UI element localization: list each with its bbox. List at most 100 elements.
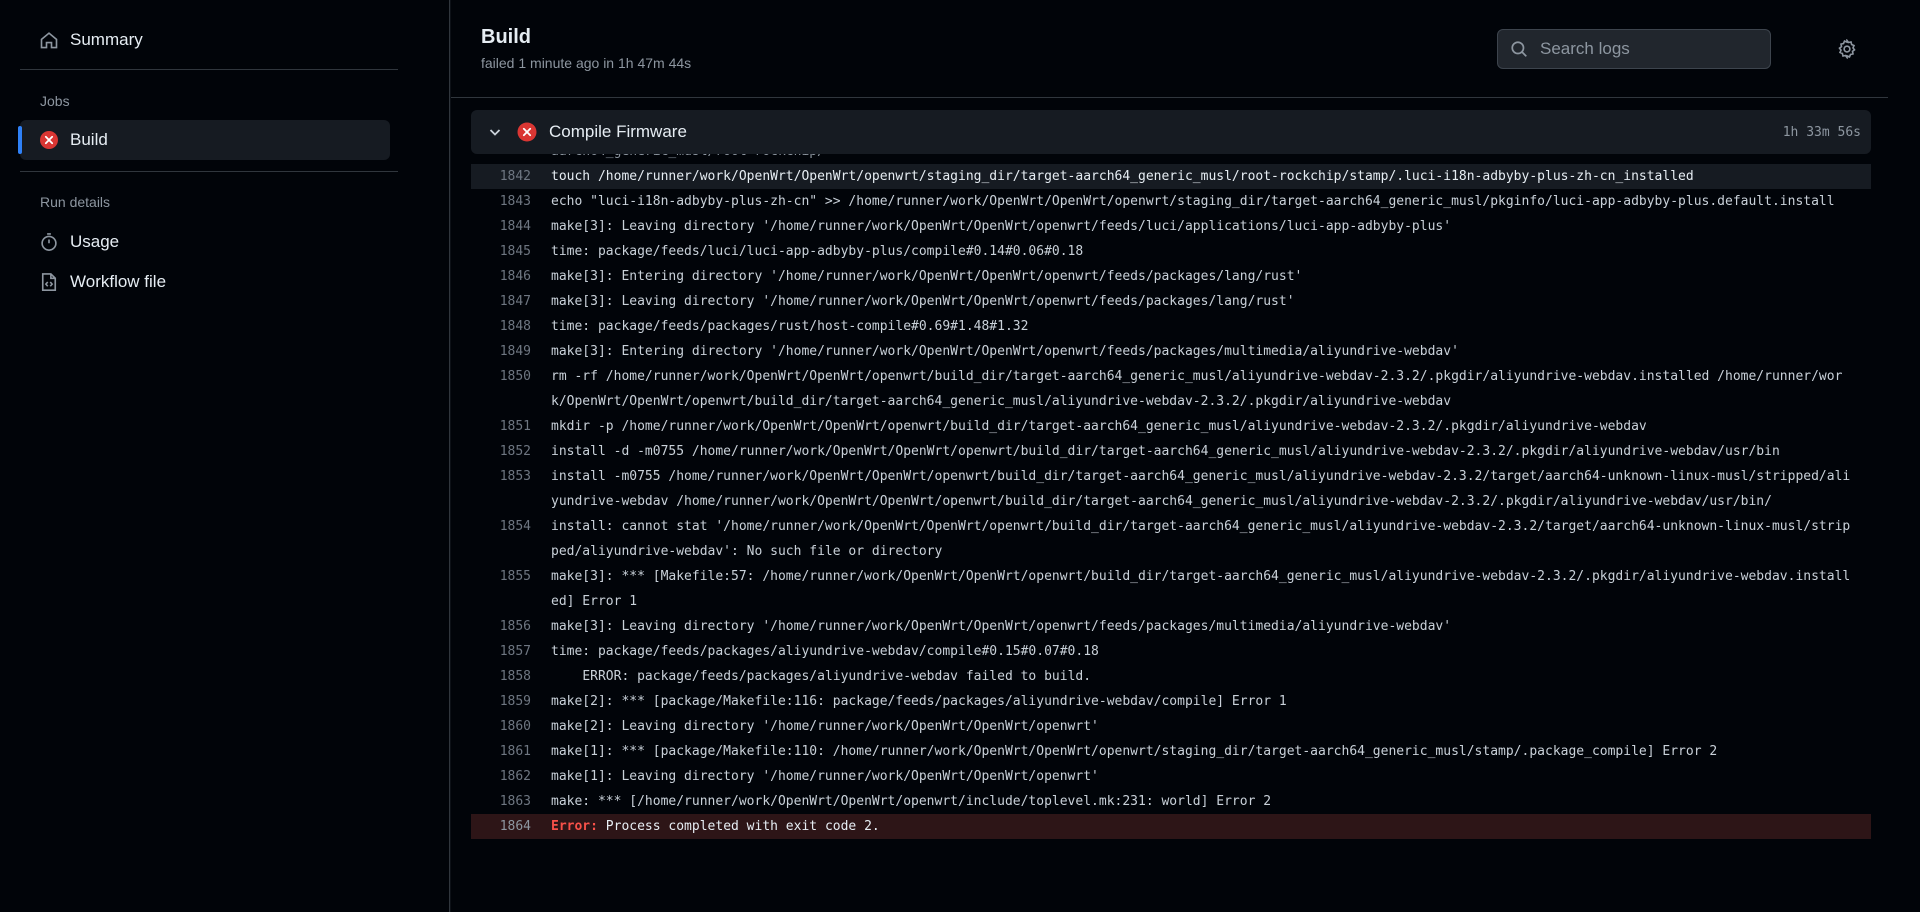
log-line-number[interactable]: 1850	[471, 364, 531, 389]
log-line: 1862 make[1]: Leaving directory '/home/ru…	[471, 764, 1871, 789]
log-line-number[interactable]: 1844	[471, 214, 531, 239]
log-line-number[interactable]: 1863	[471, 789, 531, 814]
error-message: Process completed with exit code 2.	[597, 819, 880, 834]
file-code-icon	[38, 271, 60, 293]
log-line-text: install -m0755 /home/runner/work/OpenWrt…	[551, 469, 1851, 509]
log-line-number[interactable]: 1842	[471, 164, 531, 189]
log-line: 1855 make[3]: *** [Makefile:57: /home/run…	[471, 564, 1871, 614]
log-line-number[interactable]: 1847	[471, 289, 531, 314]
log-line-number[interactable]: 1857	[471, 639, 531, 664]
log-line-text: mkdir -p /home/runner/work/OpenWrt/OpenW…	[551, 419, 1647, 434]
log-line: 1849 make[3]: Entering directory '/home/r…	[471, 339, 1871, 364]
log-line-text: install: cannot stat '/home/runner/work/…	[551, 519, 1851, 559]
log-line: 1847 make[3]: Leaving directory '/home/ru…	[471, 289, 1871, 314]
log-line-text: make: *** [/home/runner/work/OpenWrt/Ope…	[551, 794, 1272, 809]
step-header-compile-firmware[interactable]: Compile Firmware 1h 33m 56s	[471, 110, 1871, 154]
sidebar-divider	[20, 171, 398, 172]
search-icon	[1511, 41, 1527, 57]
step-title: Compile Firmware	[549, 122, 687, 141]
log-line-text: make[3]: Leaving directory '/home/runner…	[551, 219, 1452, 234]
log-line-error: 1864 Error: Process completed with exit …	[471, 814, 1871, 839]
log-line-text: make[3]: Entering directory '/home/runne…	[551, 269, 1303, 284]
log-line-text: rm -rf /home/runner/work/OpenWrt/OpenWrt…	[551, 369, 1843, 409]
log-line-number[interactable]: 1860	[471, 714, 531, 739]
log-line-number[interactable]: 1855	[471, 564, 531, 589]
log-line: 1861 make[1]: *** [package/Makefile:110: …	[471, 739, 1871, 764]
log-line: 1856 make[3]: Leaving directory '/home/ru…	[471, 614, 1871, 639]
sidebar-divider	[20, 69, 398, 70]
log-line-text: time: package/feeds/packages/aliyundrive…	[551, 644, 1099, 659]
log-line-number[interactable]: 1843	[471, 189, 531, 214]
log-line: 1853 install -m0755 /home/runner/work/Ope…	[471, 464, 1871, 514]
log-line: 1843 echo "luci-i18n-adbyby-plus-zh-cn" >…	[471, 189, 1871, 214]
log-line-text: make[3]: Entering directory '/home/runne…	[551, 344, 1459, 359]
sidebar-item-label: Workflow file	[70, 272, 167, 291]
log-line-number[interactable]: 1864	[471, 814, 531, 839]
chevron-down-icon[interactable]	[487, 124, 503, 140]
home-icon	[38, 29, 60, 51]
log-output: aarch64_generic_musl/root-rockchip/ 1842…	[471, 154, 1871, 890]
log-line-text: make[2]: *** [package/Makefile:116: pack…	[551, 694, 1287, 709]
log-line-text: time: package/feeds/luci/luci-app-adbyby…	[551, 244, 1084, 259]
sidebar-item-label: Build	[70, 130, 108, 149]
log-line: 1857 time: package/feeds/packages/aliyund…	[471, 639, 1871, 664]
log-line: 1844 make[3]: Leaving directory '/home/ru…	[471, 214, 1871, 239]
log-line-text: echo "luci-i18n-adbyby-plus-zh-cn" >> /h…	[551, 194, 1835, 209]
log-line-text: Error: Process completed with exit code …	[551, 814, 1856, 839]
sidebar-item-usage[interactable]: Usage	[20, 222, 390, 262]
sidebar-item-summary[interactable]: Summary	[20, 20, 390, 60]
log-line-number[interactable]: 1851	[471, 414, 531, 439]
scrollbar[interactable]	[1888, 0, 1920, 912]
log-line: 1845 time: package/feeds/luci/luci-app-ad…	[471, 239, 1871, 264]
job-status-subtitle: failed 1 minute ago in 1h 47m 44s	[481, 55, 692, 71]
log-line-number[interactable]: 1848	[471, 314, 531, 339]
log-line-text: install -d -m0755 /home/runner/work/Open…	[551, 444, 1780, 459]
sidebar-item-workflow-file[interactable]: Workflow file	[20, 262, 390, 302]
log-line-text: make[3]: *** [Makefile:57: /home/runner/…	[551, 569, 1851, 609]
log-line-number[interactable]: 1861	[471, 739, 531, 764]
gear-icon[interactable]	[1837, 39, 1857, 59]
log-line-number[interactable]: 1854	[471, 514, 531, 539]
log-line-number[interactable]: 1846	[471, 264, 531, 289]
search-logs-box[interactable]	[1497, 29, 1771, 69]
log-line: 1848 time: package/feeds/packages/rust/ho…	[471, 314, 1871, 339]
log-line: 1851 mkdir -p /home/runner/work/OpenWrt/O…	[471, 414, 1871, 439]
log-line-number[interactable]: 1856	[471, 614, 531, 639]
log-line-text: make[2]: Leaving directory '/home/runner…	[551, 719, 1099, 734]
main-panel: Build failed 1 minute ago in 1h 47m 44s …	[451, 0, 1888, 912]
jobs-heading: Jobs	[40, 93, 70, 109]
log-line-text: make[3]: Leaving directory '/home/runner…	[551, 619, 1452, 634]
log-line-number[interactable]: 1859	[471, 689, 531, 714]
log-line-text: make[3]: Leaving directory '/home/runner…	[551, 294, 1295, 309]
run-details-heading: Run details	[40, 194, 111, 210]
log-line: 1854 install: cannot stat '/home/runner/w…	[471, 514, 1871, 564]
log-line-text: aarch64_generic_musl/root-rockchip/	[551, 154, 825, 164]
step-duration: 1h 33m 56s	[1782, 124, 1861, 140]
log-line-number[interactable]: 1862	[471, 764, 531, 789]
sidebar-item-label: Summary	[70, 30, 143, 49]
log-line: 1858 ERROR: package/feeds/packages/aliyu…	[471, 664, 1871, 689]
failed-status-icon	[517, 122, 537, 142]
log-line-text: ERROR: package/feeds/packages/aliyundriv…	[551, 669, 1092, 684]
log-line-number[interactable]: 1845	[471, 239, 531, 264]
log-line: 1850 rm -rf /home/runner/work/OpenWrt/Ope…	[471, 364, 1871, 414]
log-line-text: make[1]: Leaving directory '/home/runner…	[551, 769, 1099, 784]
sidebar-item-label: Usage	[70, 232, 120, 251]
log-line-text: touch /home/runner/work/OpenWrt/OpenWrt/…	[551, 169, 1694, 184]
log-line-number[interactable]: 1849	[471, 339, 531, 364]
failed-status-icon	[38, 129, 60, 151]
sidebar-item-build[interactable]: Build	[18, 120, 390, 160]
log-line: 1859 make[2]: *** [package/Makefile:116: …	[471, 689, 1871, 714]
log-line: 1863 make: *** [/home/runner/work/OpenWrt…	[471, 789, 1871, 814]
sidebar: Summary Jobs Build Run details Usage Wor…	[0, 0, 450, 912]
log-line-number[interactable]: 1852	[471, 439, 531, 464]
search-logs-input[interactable]	[1538, 38, 1762, 60]
log-line: 1860 make[2]: Leaving directory '/home/ru…	[471, 714, 1871, 739]
log-line: 1852 install -d -m0755 /home/runner/work/…	[471, 439, 1871, 464]
log-line-number[interactable]: 1858	[471, 664, 531, 689]
log-line-number[interactable]: 1853	[471, 464, 531, 489]
log-line: 1842 touch /home/runner/work/OpenWrt/Open…	[471, 164, 1871, 189]
stopwatch-icon	[38, 231, 60, 253]
log-line: 1846 make[3]: Entering directory '/home/r…	[471, 264, 1871, 289]
job-header: Build failed 1 minute ago in 1h 47m 44s	[451, 0, 1888, 98]
